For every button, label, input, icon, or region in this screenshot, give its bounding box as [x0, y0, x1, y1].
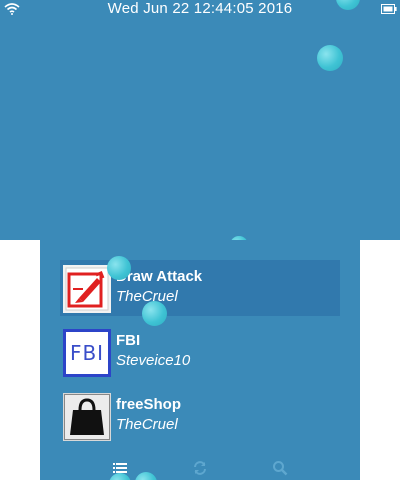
app-row-freeshop[interactable]: freeShop TheCruel	[60, 388, 340, 444]
bubble	[107, 256, 131, 280]
shopping-bag-icon	[63, 393, 111, 441]
app-author: Steveice10	[116, 352, 191, 369]
search-icon[interactable]	[272, 460, 288, 476]
app-name: freeShop	[116, 396, 182, 413]
draw-attack-icon	[63, 265, 111, 313]
fbi-icon: FBI	[63, 329, 111, 377]
app-row-fbi[interactable]: FBI FBI Steveice10	[60, 324, 340, 380]
bubble	[317, 45, 343, 71]
refresh-icon[interactable]	[192, 460, 208, 476]
fbi-icon-text: FBI	[69, 341, 105, 365]
bubble	[142, 301, 167, 326]
app-author: TheCruel	[116, 416, 178, 433]
bottom-screen: Draw Attack TheCruel FBI FBI Steveice10 …	[40, 240, 360, 480]
top-screen: Wed Jun 22 12:44:05 2016	[0, 0, 400, 240]
list-icon[interactable]	[112, 460, 128, 476]
toolbar	[40, 456, 360, 480]
app-name: FBI	[116, 332, 141, 349]
battery-icon	[381, 4, 397, 14]
app-row-draw-attack[interactable]: Draw Attack TheCruel	[60, 260, 340, 316]
